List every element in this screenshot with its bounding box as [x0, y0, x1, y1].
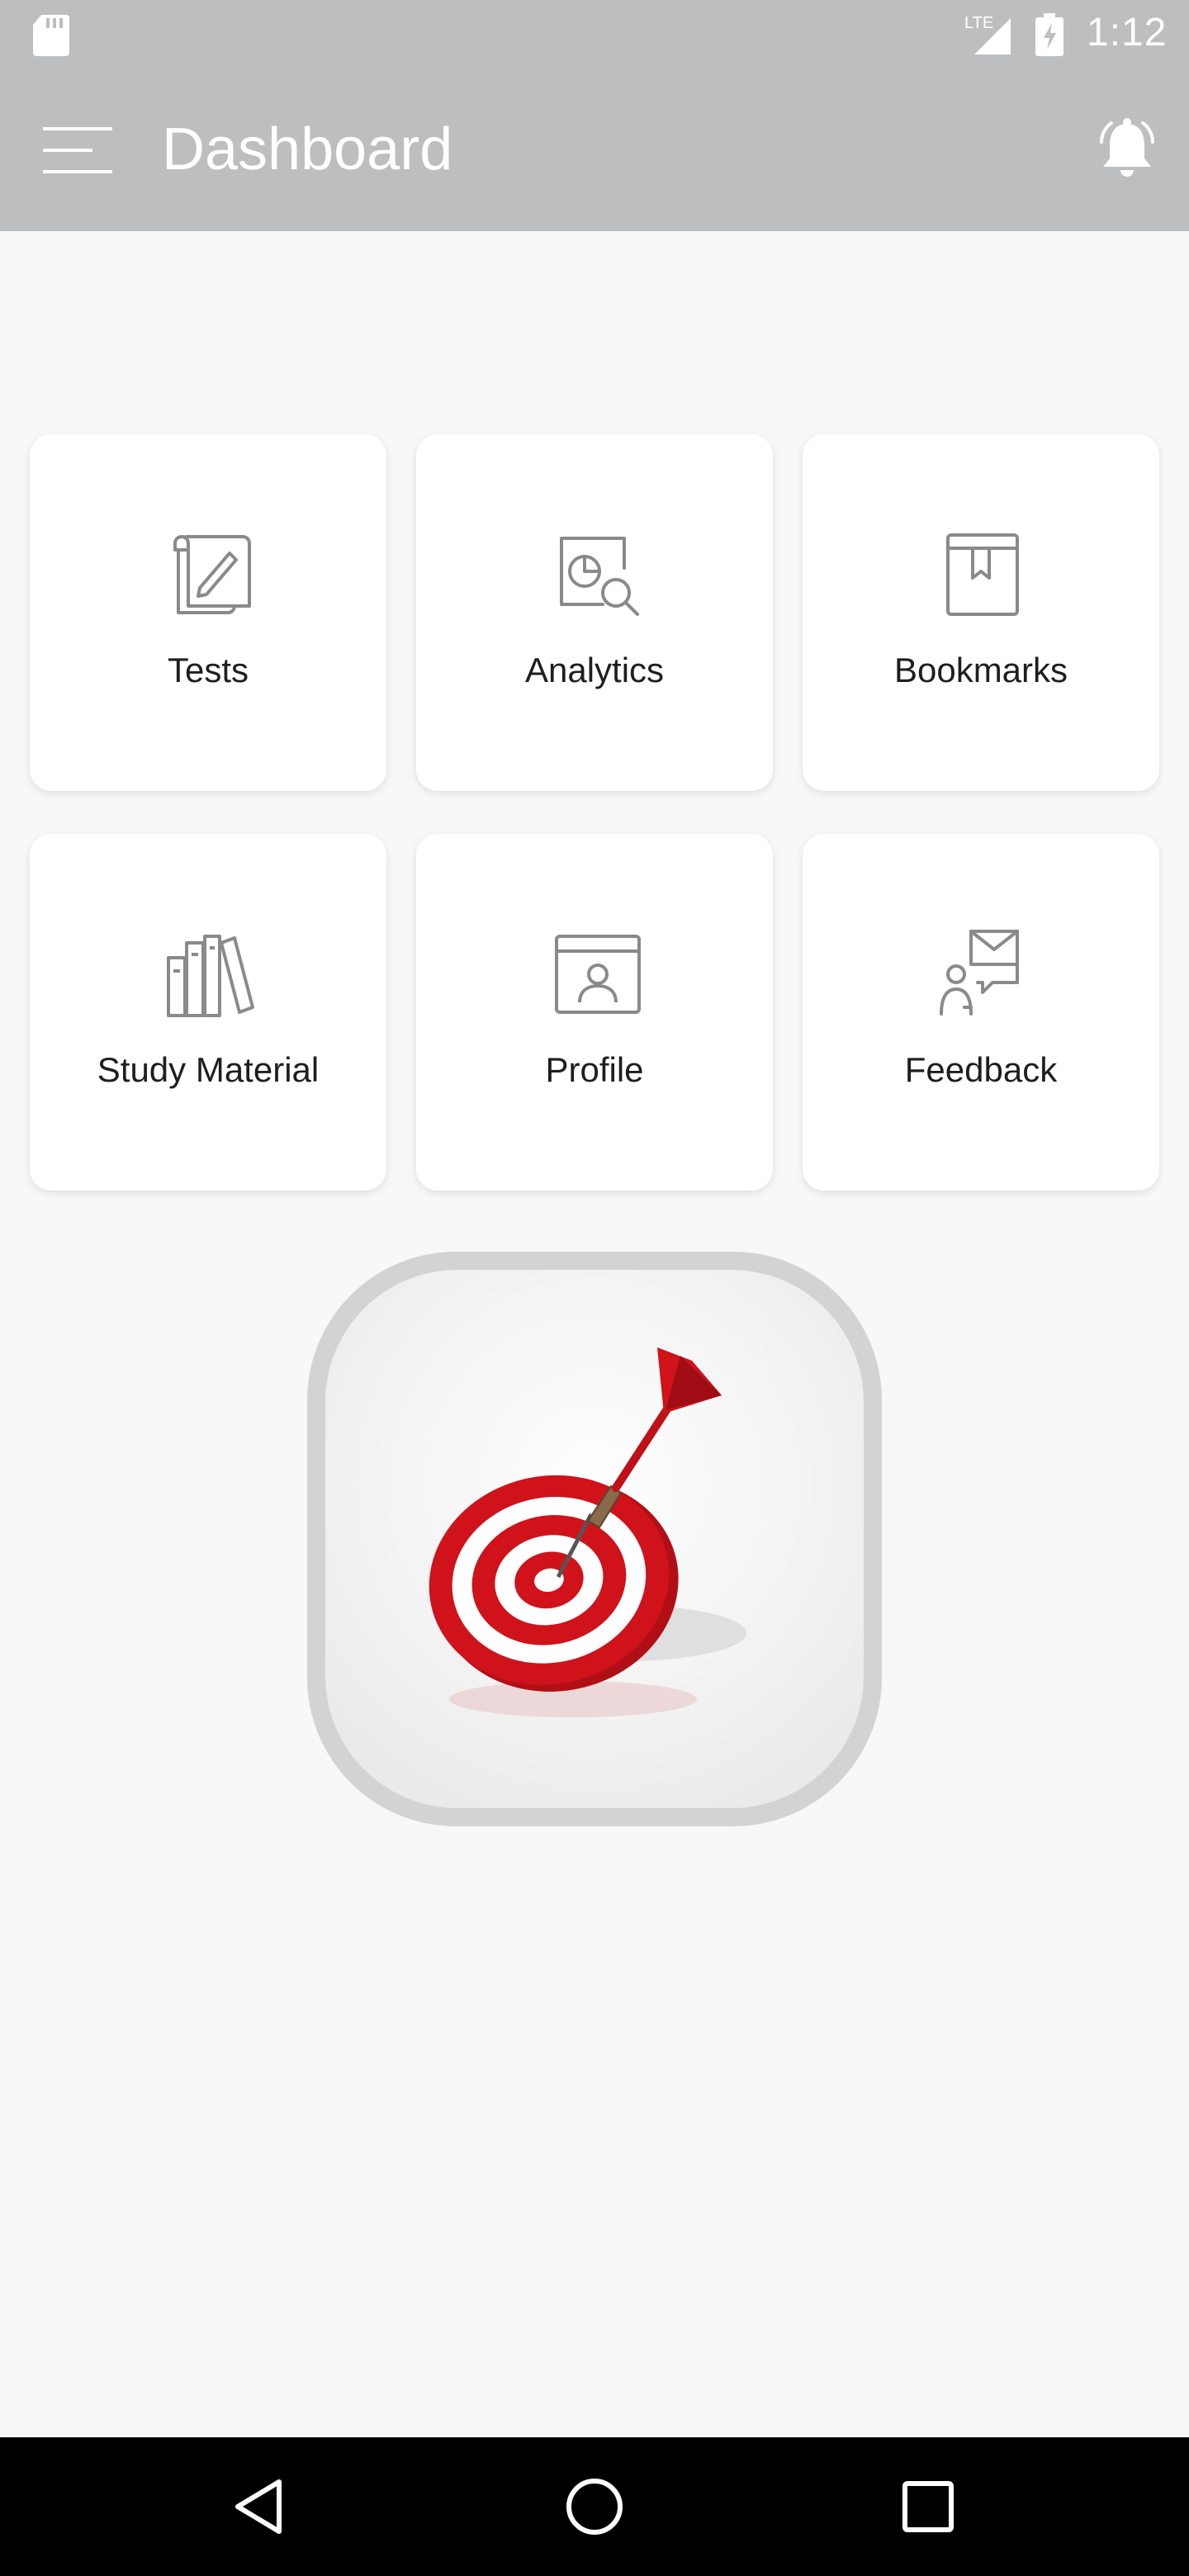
status-bar: LTE 1:12 [0, 0, 1189, 69]
status-clock: 1:12 [1087, 11, 1168, 54]
tile-feedback[interactable]: Feedback [803, 834, 1159, 1191]
tile-bookmarks[interactable]: Bookmarks [803, 434, 1159, 791]
back-icon [235, 2479, 282, 2534]
menu-icon [43, 127, 112, 173]
page-title: Dashboard [162, 116, 453, 182]
recents-button[interactable] [888, 2467, 968, 2546]
app-logo [307, 1252, 882, 1826]
bookmark-book-icon [946, 533, 1019, 616]
home-button[interactable] [555, 2467, 634, 2546]
tile-label: Profile [545, 1050, 644, 1089]
tile-tests[interactable]: Tests [30, 434, 386, 791]
tile-label: Tests [167, 651, 249, 689]
feedback-chat-icon [940, 930, 1019, 1016]
tile-profile[interactable]: Profile [416, 834, 773, 1191]
system-navigation-bar [0, 2437, 1189, 2576]
signal-icon: LTE [964, 14, 1011, 54]
tile-label: Analytics [524, 651, 665, 689]
tile-label: Feedback [904, 1050, 1058, 1089]
network-type: LTE [964, 14, 993, 32]
test-paper-icon [173, 535, 251, 614]
notifications-button[interactable] [1090, 112, 1164, 187]
profile-card-icon [555, 935, 641, 1014]
home-icon [566, 2479, 623, 2535]
bell-icon [1100, 118, 1154, 177]
battery-charging-icon [1035, 13, 1063, 56]
analytics-search-icon [560, 537, 639, 616]
logo-background [325, 1270, 864, 1808]
recents-icon [902, 2481, 954, 2532]
menu-button[interactable] [36, 117, 122, 183]
tile-study-material[interactable]: Study Material [30, 834, 386, 1191]
back-button[interactable] [221, 2467, 301, 2546]
books-icon [167, 935, 254, 1017]
tile-analytics[interactable]: Analytics [416, 434, 773, 791]
tile-label: Study Material [97, 1050, 320, 1089]
tile-label: Bookmarks [893, 651, 1068, 689]
app-bar: Dashboard [0, 69, 1189, 231]
dart-target-icon [429, 1347, 746, 1717]
sd-card-icon [33, 15, 69, 56]
